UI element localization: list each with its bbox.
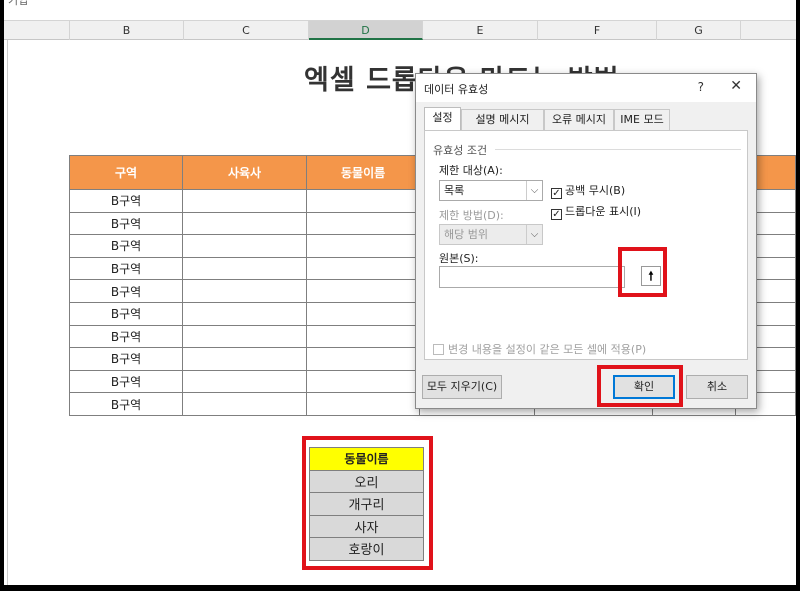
zone-cell[interactable]: B구역 — [68, 211, 184, 236]
animal-list-header[interactable]: 동물이름 — [309, 447, 424, 471]
empty-cell[interactable] — [305, 347, 421, 371]
allow-select-value: 목록 — [444, 184, 465, 197]
cut-tab-text: 기입 — [8, 0, 29, 7]
zone-cell[interactable]: B구역 — [68, 347, 184, 371]
allow-label: 제한 대상(A): — [439, 164, 503, 177]
column-header-c[interactable]: C — [184, 21, 309, 40]
zone-cell[interactable]: B구역 — [68, 324, 184, 349]
column-header-e[interactable]: E — [423, 21, 538, 40]
dialog-titlebar[interactable]: 데이터 유효성 ? ✕ — [416, 74, 756, 102]
column-header-a[interactable] — [4, 21, 70, 40]
apply-all-checkbox[interactable]: 변경 내용을 설정이 같은 모든 셀에 적용(P) — [433, 341, 646, 357]
list-item[interactable]: 개구리 — [309, 492, 424, 516]
in-cell-dropdown-label: 드롭다운 표시(I) — [565, 205, 642, 218]
empty-cell[interactable] — [305, 324, 421, 349]
data-select[interactable]: 해당 범위 ⌵ — [439, 224, 543, 245]
empty-cell[interactable] — [182, 347, 307, 371]
empty-cell[interactable] — [182, 234, 307, 258]
highlight-source-button — [618, 247, 667, 297]
column-header-h[interactable] — [741, 21, 796, 40]
chevron-down-icon: ⌵ — [526, 225, 542, 244]
list-item[interactable]: 오리 — [309, 469, 424, 493]
list-item[interactable]: 사자 — [309, 514, 424, 538]
tab-input-message[interactable]: 설명 메시지 — [461, 109, 544, 131]
empty-cell[interactable] — [182, 301, 307, 326]
chevron-down-icon: ⌵ — [526, 181, 542, 200]
excel-window: 기입 B C D E F G 엑셀 드롭다운 만드는 방법 구역 사육사 동물이… — [4, 0, 796, 585]
column-header-b[interactable]: B — [70, 21, 184, 40]
source-label: 원본(S): — [439, 252, 479, 265]
empty-cell[interactable] — [305, 279, 421, 303]
tab-error-alert[interactable]: 오류 메시지 — [544, 109, 614, 131]
empty-cell[interactable] — [305, 211, 421, 236]
empty-cell[interactable] — [182, 211, 307, 236]
settings-panel: 유효성 조건 제한 대상(A): 목록 ⌵ ✓ 공백 무시(B) ✓ 드롭다운 표시… — [424, 130, 748, 360]
header-animal-name[interactable]: 동물이름 — [305, 155, 421, 190]
ignore-blank-checkbox[interactable]: ✓ 공백 무시(B) — [551, 182, 625, 199]
empty-cell[interactable] — [305, 256, 421, 281]
data-validation-dialog: 데이터 유효성 ? ✕ 설정 설명 메시지 오류 메시지 IME 모드 유효성 … — [415, 73, 757, 409]
column-header-g[interactable]: G — [657, 21, 741, 40]
zone-cell[interactable]: B구역 — [68, 301, 184, 326]
header-keeper[interactable]: 사육사 — [182, 155, 307, 190]
tab-settings[interactable]: 설정 — [424, 107, 461, 131]
zone-cell[interactable]: B구역 — [68, 392, 184, 416]
in-cell-dropdown-checkbox[interactable]: ✓ 드롭다운 표시(I) — [551, 203, 641, 220]
tab-ime-mode[interactable]: IME 모드 — [614, 109, 670, 131]
source-input[interactable] — [439, 266, 625, 288]
ignore-blank-label: 공백 무시(B) — [565, 184, 626, 197]
header-zone[interactable]: 구역 — [68, 155, 184, 190]
apply-all-label: 변경 내용을 설정이 같은 모든 셀에 적용(P) — [448, 343, 647, 356]
empty-cell[interactable] — [305, 301, 421, 326]
cancel-button[interactable]: 취소 — [686, 375, 748, 399]
validation-criteria-label: 유효성 조건 — [433, 144, 488, 157]
check-icon: ✓ — [551, 188, 562, 199]
row-header-strip — [4, 40, 8, 585]
empty-cell[interactable] — [182, 279, 307, 303]
dialog-title: 데이터 유효성 — [424, 83, 489, 96]
empty-cell[interactable] — [305, 189, 421, 213]
data-select-value: 해당 범위 — [444, 228, 488, 241]
zone-cell[interactable]: B구역 — [68, 256, 184, 281]
empty-cell[interactable] — [305, 234, 421, 258]
empty-cell[interactable] — [182, 324, 307, 349]
highlight-ok-button — [597, 365, 683, 407]
empty-cell[interactable] — [305, 369, 421, 394]
column-header-f[interactable]: F — [538, 21, 657, 40]
clear-all-button[interactable]: 모두 지우기(C) — [422, 375, 502, 399]
close-icon[interactable]: ✕ — [730, 78, 742, 94]
zone-cell[interactable]: B구역 — [68, 189, 184, 213]
column-header-d[interactable]: D — [309, 21, 423, 40]
column-header-bar: B C D E F G — [4, 20, 796, 40]
empty-cell[interactable] — [182, 369, 307, 394]
empty-cell[interactable] — [182, 189, 307, 213]
empty-cell[interactable] — [182, 256, 307, 281]
allow-select[interactable]: 목록 ⌵ — [439, 180, 543, 201]
data-label: 제한 방법(D): — [439, 209, 504, 222]
checkbox-box — [433, 344, 444, 355]
group-divider — [495, 149, 741, 150]
empty-cell[interactable] — [182, 392, 307, 416]
animal-list-table: 동물이름 오리 개구리 사자 호랑이 — [309, 447, 424, 561]
empty-cell[interactable] — [305, 392, 421, 416]
help-button[interactable]: ? — [698, 80, 704, 94]
check-icon: ✓ — [551, 209, 562, 220]
zone-cell[interactable]: B구역 — [68, 369, 184, 394]
zone-cell[interactable]: B구역 — [68, 234, 184, 258]
list-item[interactable]: 호랑이 — [309, 537, 424, 561]
zone-cell[interactable]: B구역 — [68, 279, 184, 303]
